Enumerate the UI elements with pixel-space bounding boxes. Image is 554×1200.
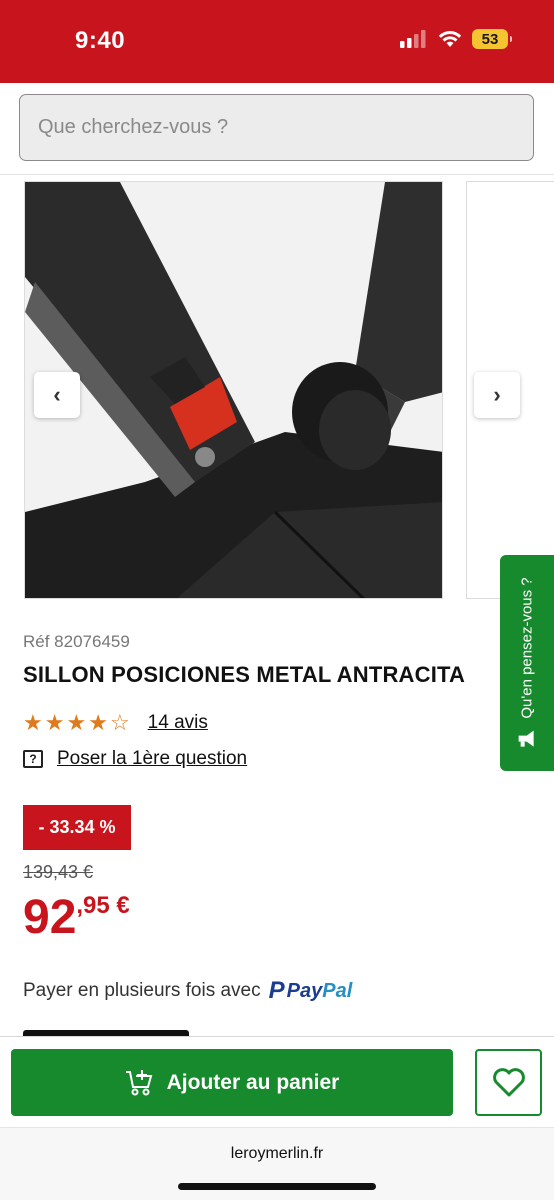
star-filled-icon: ★ <box>23 710 43 735</box>
ask-question-link[interactable]: Poser la 1ère question <box>57 748 247 770</box>
product-title: SILLON POSICIONES METAL ANTRACITA <box>23 662 466 687</box>
url-label[interactable]: leroymerlin.fr <box>0 1145 554 1163</box>
reviews-link[interactable]: 14 avis <box>148 712 208 734</box>
price-decimal: ,95 € <box>76 892 130 919</box>
megaphone-icon <box>519 730 535 747</box>
price-integer: 92 <box>23 891 77 944</box>
cart-bar: Ajouter au panier <box>0 1036 554 1126</box>
search-bar: Que cherchez-vous ? <box>0 83 554 175</box>
wifi-icon <box>438 31 462 47</box>
gallery-prev-button[interactable]: ‹ <box>34 372 80 418</box>
heart-icon <box>492 1067 525 1096</box>
home-indicator <box>178 1183 376 1190</box>
product-photo <box>25 182 442 598</box>
add-to-cart-button[interactable]: Ajouter au panier <box>11 1049 453 1116</box>
status-bar: 9:40 53 <box>0 0 554 83</box>
feedback-tab[interactable]: Qu'en pensez-vous ? <box>500 555 554 771</box>
browser-bar: leroymerlin.fr <box>0 1127 554 1200</box>
paypal-row: Payer en plusieurs fois avec P Pay Pal <box>23 977 352 1005</box>
star-filled-icon: ★ <box>66 710 87 735</box>
gallery-next-button[interactable]: › <box>474 372 520 418</box>
product-reference: Réf 82076459 <box>23 632 130 651</box>
search-input[interactable]: Que cherchez-vous ? <box>19 94 534 161</box>
signal-icon <box>400 30 426 48</box>
chevron-left-icon: ‹ <box>53 382 61 407</box>
chevron-right-icon: › <box>493 382 501 407</box>
product-info: Réf 82076459 SILLON POSICIONES METAL ANT… <box>23 632 503 688</box>
product-gallery: ‹ › <box>0 180 554 600</box>
feedback-label: Qu'en pensez-vous ? <box>518 577 536 719</box>
cart-add-icon <box>125 1069 152 1095</box>
wishlist-button[interactable] <box>475 1049 542 1116</box>
discount-badge: - 33.34 % <box>23 805 131 850</box>
battery-icon: 53 <box>472 29 512 49</box>
product-image[interactable] <box>24 181 443 599</box>
question-row[interactable]: ? Poser la 1ère question <box>23 748 247 770</box>
question-icon: ? <box>23 750 43 768</box>
paypal-icon: P <box>268 977 285 1004</box>
star-rating: ★ ★ ★ ★ ☆ <box>23 712 130 734</box>
current-price: 92,95 € <box>23 890 130 945</box>
rating-row: ★ ★ ★ ★ ☆ 14 avis <box>23 712 208 734</box>
paypal-logo: P Pay Pal <box>269 977 353 1005</box>
old-price: 139,43 € <box>23 862 94 882</box>
star-filled-icon: ★ <box>44 710 65 735</box>
status-time: 9:40 <box>75 27 126 54</box>
paypal-pal: Pal <box>322 979 353 1002</box>
star-empty-icon: ☆ <box>109 710 130 735</box>
add-to-cart-label: Ajouter au panier <box>166 1070 340 1094</box>
paypal-text: Payer en plusieurs fois avec <box>23 980 261 1001</box>
paypal-pay: Pay <box>286 979 323 1002</box>
star-filled-icon: ★ <box>88 710 108 735</box>
status-icons: 53 <box>400 29 512 49</box>
